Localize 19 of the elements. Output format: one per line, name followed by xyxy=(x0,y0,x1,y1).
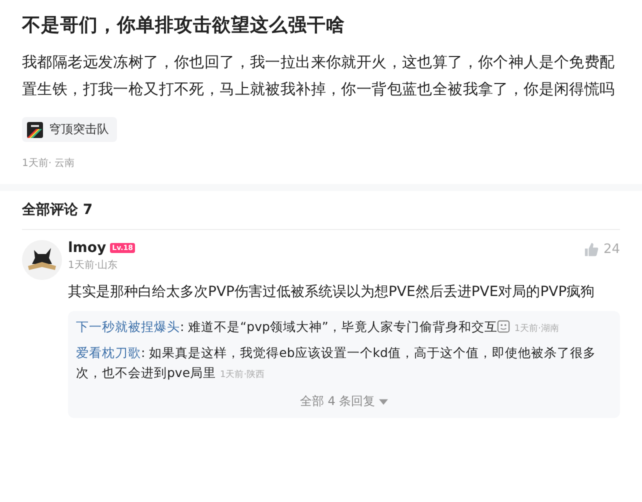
avatar-icon[interactable] xyxy=(22,240,62,280)
thumbs-up-icon xyxy=(584,242,600,257)
reply-text: 爱看枕刀歌: 如果真是这样，我觉得eb应该设置一个kd值，高于这个值，即使他被杀了很多次，也不会进到pve局里 1天前·陕西 xyxy=(76,344,597,382)
reply-username[interactable]: 下一秒就被捏爆头 xyxy=(76,319,180,334)
game-tag[interactable]: 穹顶突击队 xyxy=(22,117,117,142)
comment-text: 其实是那种白给太多次PVP伤害过低被系统误以为想PVE然后丢进PVE对局的PVP疯狗 xyxy=(68,283,596,302)
view-all-replies-button[interactable]: 全部 4 条回复 xyxy=(292,389,396,414)
reply-time: 1天前·陕西 xyxy=(220,370,265,380)
reply-text: 下一秒就被捏爆头: 难道不是“pvp领域大神”，毕竟人家专门偷背身和交互 1天前·湖南 xyxy=(76,318,560,336)
username[interactable]: lmoy xyxy=(68,240,106,256)
caret-icon xyxy=(379,399,388,405)
post-title: 不是哥们，你单排攻击欲望这么强干啥 xyxy=(22,14,346,37)
post-meta: 1天前· 云南 xyxy=(22,156,76,170)
reply-username[interactable]: 爱看枕刀歌 xyxy=(76,345,141,360)
comment-meta: 1天前·山东 xyxy=(68,258,119,272)
comments-header: 全部评论 7 xyxy=(22,191,620,230)
reply-time: 1天前·湖南 xyxy=(514,324,559,334)
game-logo-icon xyxy=(27,122,43,138)
post-body: 我都隔老远发冻树了，你也回了，我一拉出来你就开火，这也算了，你个神人是个免费配置生铁，打我一枪又打不死，马上就被我补掉，你一背包蓝也全被我拿了，你是闲得慌吗 xyxy=(22,52,616,100)
